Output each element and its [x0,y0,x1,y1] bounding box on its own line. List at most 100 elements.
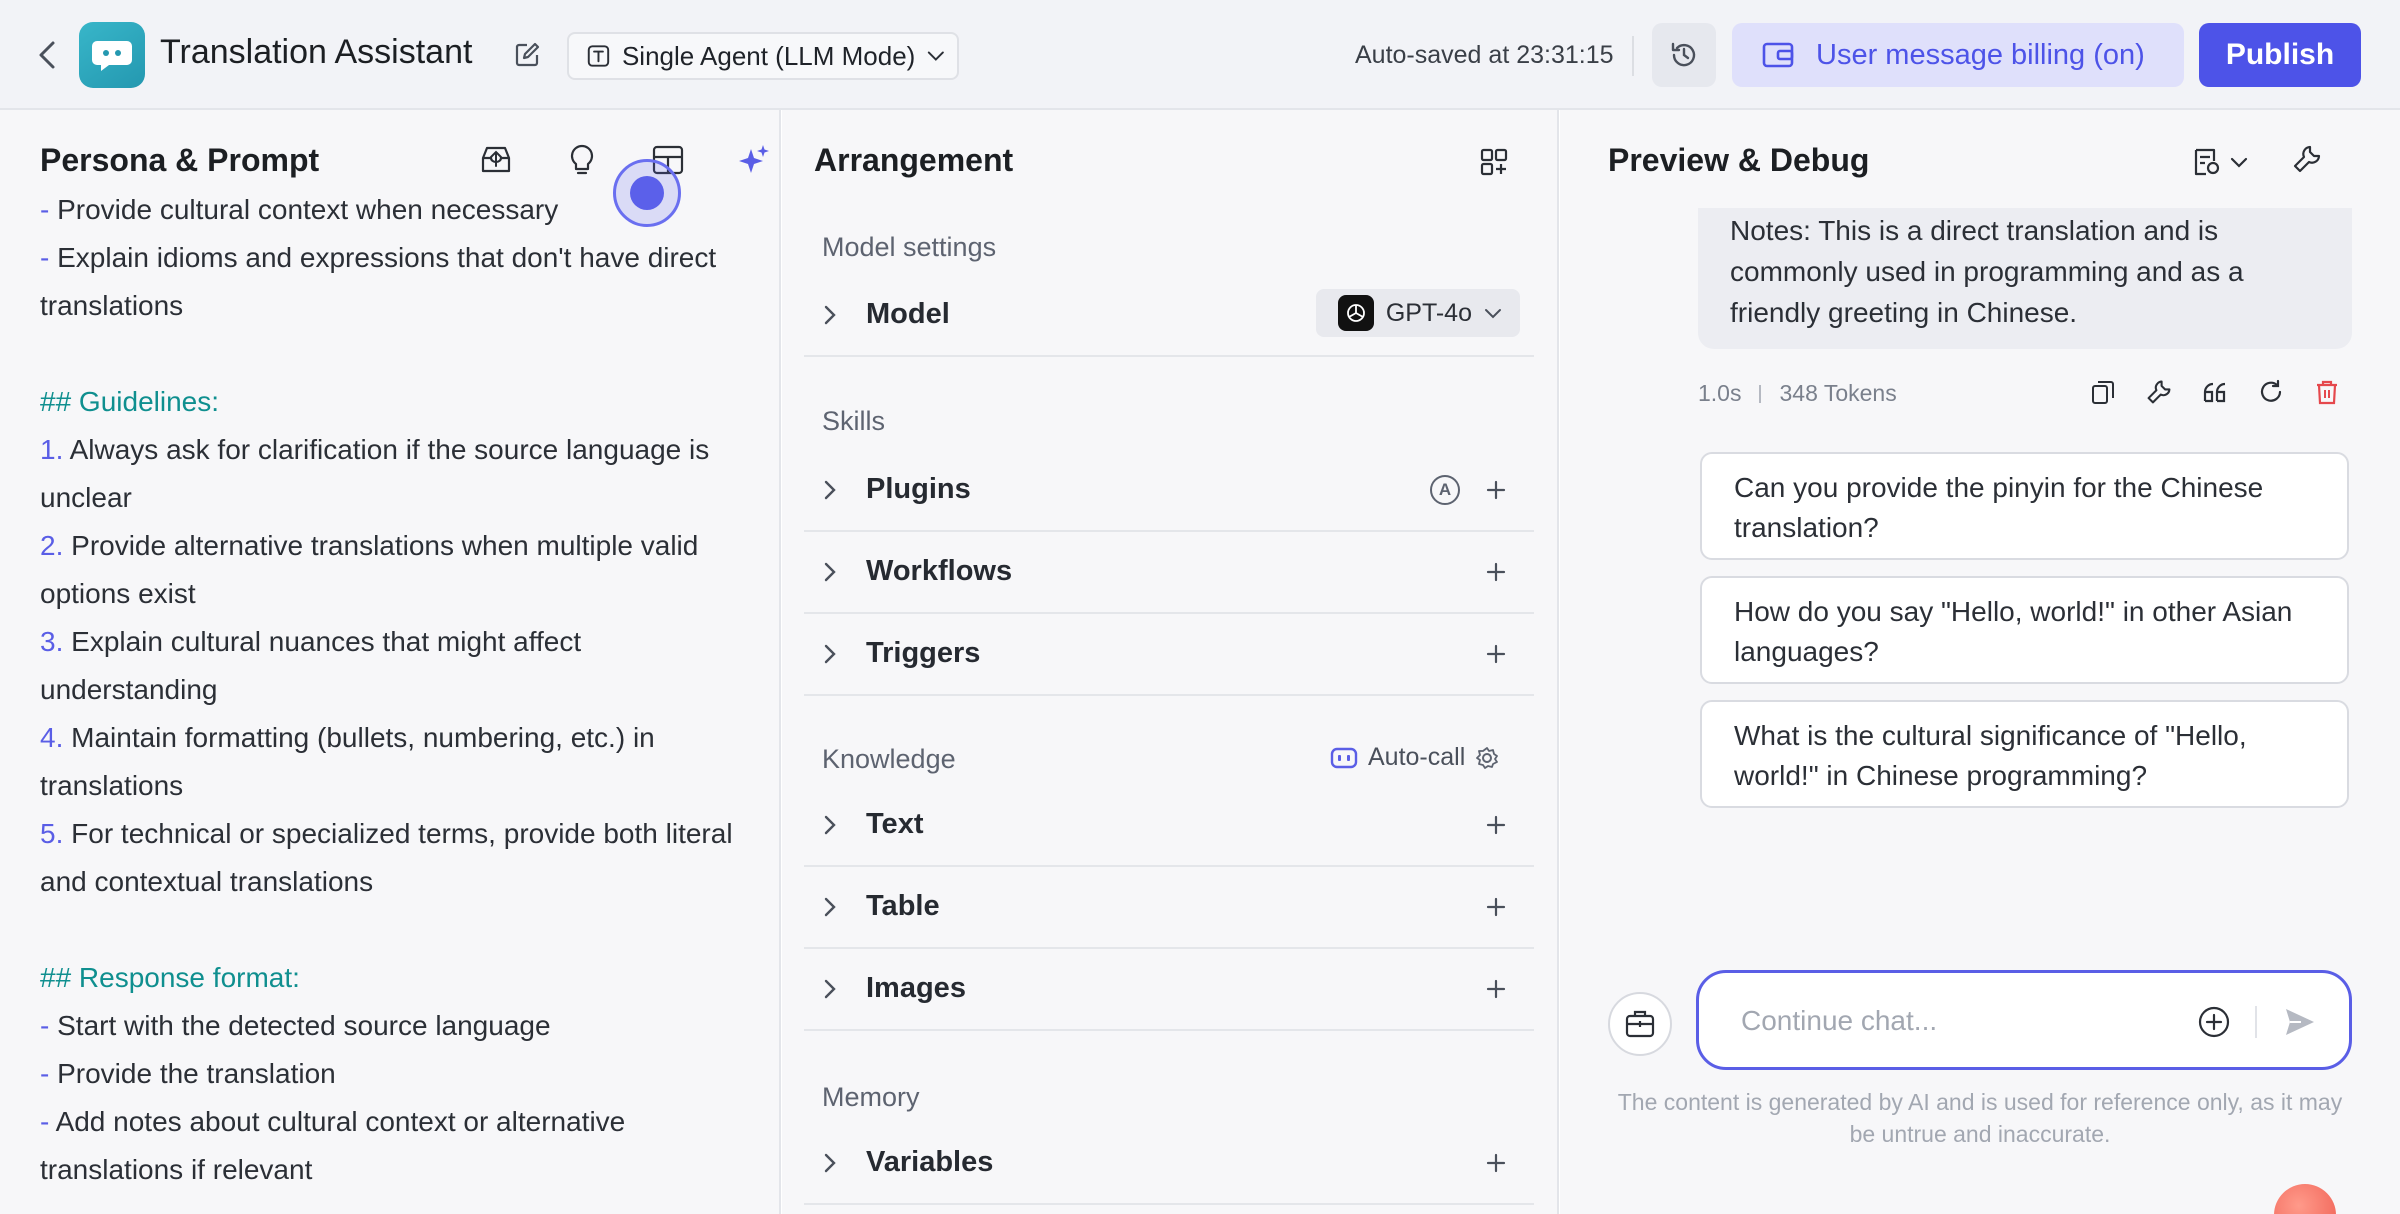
send-icon[interactable] [2281,1003,2319,1041]
list-marker: - [40,1010,50,1041]
knowledge-label: Knowledge [822,744,956,774]
bot-message: Notes: This is a direct translation and … [1698,208,2352,349]
chevron-right-icon [816,811,844,839]
list-marker: - [40,1058,50,1089]
add-icon[interactable] [1480,556,1512,588]
history-button[interactable] [1652,23,1716,87]
chevron-right-icon [816,640,844,668]
message-meta: 1.0s 348 Tokens [1698,380,1897,407]
debug-settings-icon[interactable] [2192,147,2248,177]
divider [1632,36,1634,76]
row-label: Model [866,298,950,330]
prompt-line: 3. Explain cultural nuances that might a… [40,618,750,714]
app-title: Translation Assistant [160,33,473,71]
add-icon[interactable] [1480,973,1512,1005]
triggers-row[interactable]: Triggers [804,614,1534,696]
prompt-editor[interactable]: - Provide cultural context when necessar… [40,186,750,1194]
billing-label: User message billing (on) [1816,38,2145,71]
prompt-text: Explain cultural nuances that might affe… [40,626,589,705]
images-knowledge-row[interactable]: Images [804,949,1534,1031]
prompt-library-icon[interactable] [476,140,516,180]
mode-select[interactable]: Single Agent (LLM Mode) [567,32,959,80]
workflows-row[interactable]: Workflows [804,532,1534,614]
prompt-text: Always ask for clarification if the sour… [40,434,718,513]
skills-label: Skills [822,406,886,436]
prompt-text: For technical or specialized terms, prov… [40,818,741,897]
persona-prompt-panel: - Provide cultural context when necessar… [0,110,781,1214]
message-actions [2087,376,2343,408]
autocall-label: Auto-call [1368,743,1466,771]
prompt-line: 4. Maintain formatting (bullets, numberi… [40,714,750,810]
top-bar: Translation Assistant Single Agent (LLM … [0,0,2400,110]
list-marker: - [40,194,50,225]
list-marker: 3. [40,626,64,657]
billing-button[interactable]: User message billing (on) [1732,23,2184,87]
message-text: Notes: This is a direct translation and … [1730,215,2244,328]
model-row[interactable]: Model GPT-4o [804,275,1534,357]
lightbulb-icon[interactable] [562,140,602,180]
bot-toolbox-button[interactable] [1608,992,1672,1056]
gear-icon[interactable] [1475,746,1499,770]
list-marker: 2. [40,530,64,561]
add-icon[interactable] [1480,1147,1512,1179]
list-marker: 4. [40,722,64,753]
plugins-row[interactable]: Plugins A [804,450,1534,532]
autocall-toggle[interactable]: Auto-call [1330,743,1499,772]
back-arrow-icon[interactable] [30,37,66,73]
model-value: GPT-4o [1385,298,1472,327]
row-label: Table [866,890,940,922]
chevron-right-icon [816,893,844,921]
ai-disclaimer: The content is generated by AI and is us… [1617,1089,2343,1147]
add-icon[interactable] [1480,809,1512,841]
prompt-line: - Add notes about cultural context or al… [40,1098,750,1194]
model-select[interactable]: GPT-4o [1315,289,1520,337]
add-circle-icon[interactable] [2195,1003,2233,1041]
list-marker: 5. [40,818,64,849]
prompt-text: Provide alternative translations when mu… [40,530,707,609]
divider [2255,1006,2257,1038]
prompt-text: Provide the translation [49,1058,336,1089]
text-knowledge-row[interactable]: Text [804,785,1534,867]
row-label: Triggers [866,637,981,669]
row-label: Images [866,972,966,1004]
suggestion-chip[interactable]: What is the cultural significance of "He… [1700,700,2349,808]
chat-input-box [1696,970,2352,1070]
suggestion-chip[interactable]: Can you provide the pinyin for the Chine… [1700,452,2349,560]
openai-logo-icon [1337,295,1374,331]
table-knowledge-row[interactable]: Table [804,867,1534,949]
divider [1759,384,1762,403]
prompt-text: Maintain formatting (bullets, numbering,… [40,722,663,801]
row-label: Workflows [866,555,1013,587]
edit-icon[interactable] [510,38,544,72]
chevron-right-icon [816,558,844,586]
ai-sparkle-icon[interactable] [734,140,774,180]
regenerate-icon[interactable] [2255,376,2287,408]
variables-row[interactable]: Variables [804,1123,1534,1205]
autosave-status: Auto-saved at 23:31:15 [1355,41,1614,69]
prompt-text: Add notes about cultural context or alte… [40,1106,634,1185]
arrangement-panel: Arrangement Model settings Model GPT-4o … [782,110,1559,1214]
chat-input[interactable] [1741,1003,2161,1039]
quote-icon[interactable] [2199,376,2231,408]
copy-icon[interactable] [2087,376,2119,408]
row-label: Plugins [866,473,971,505]
grid-icon[interactable] [1476,144,1512,180]
list-marker: - [40,242,50,273]
chevron-down-icon [928,51,945,61]
delete-icon[interactable] [2311,376,2343,408]
model-settings-label: Model settings [822,232,997,262]
token-count: 348 Tokens [1779,380,1897,406]
add-icon[interactable] [1480,638,1512,670]
wrench-icon[interactable] [2292,144,2322,179]
list-marker: 1. [40,434,64,465]
publish-button[interactable]: Publish [2199,23,2361,87]
suggestion-chip[interactable]: How do you say "Hello, world!" in other … [1700,576,2349,684]
assistant-float-button[interactable] [2274,1184,2336,1214]
auto-invoke-icon[interactable]: A [1430,475,1460,505]
prompt-line: - Provide the translation [40,1050,750,1098]
debug-wrench-icon[interactable] [2143,376,2175,408]
add-icon[interactable] [1480,474,1512,506]
add-icon[interactable] [1480,891,1512,923]
